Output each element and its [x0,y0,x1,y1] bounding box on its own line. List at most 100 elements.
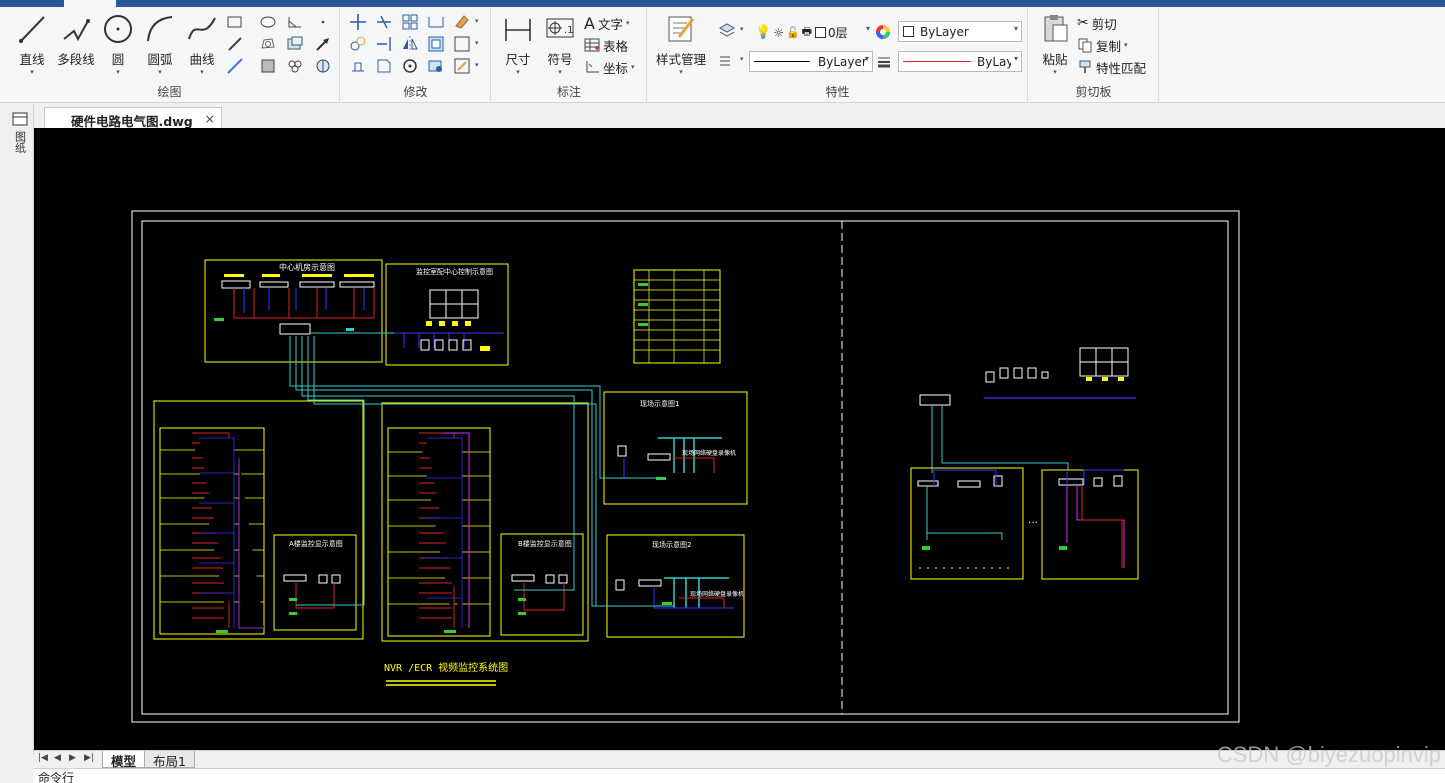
properties-group-label: 特性 [825,85,850,99]
extend-tool[interactable] [375,35,395,55]
trunk-links [289,336,674,607]
trim-icon [377,15,391,29]
stretch-tool[interactable] [349,57,369,77]
block-tool[interactable]: ▾ [453,35,479,55]
linetype-tool[interactable]: ▾ [718,51,744,71]
arrow-icon [316,38,329,51]
erase-tool[interactable]: ▾ [453,13,479,33]
mirror-tool[interactable] [401,35,421,55]
center-room-block: 中心机房示意图 [204,259,383,363]
site-1-note: 现场网络硬盘录像机 [682,449,736,457]
svg-text:.1: .1 [564,25,574,36]
red-line-sample-icon [903,61,971,62]
a-monitor-label: A楼监控显示意图 [289,539,343,548]
region-tool[interactable] [259,35,279,55]
watermark: CSDN @biyezuopinvip [1216,742,1441,767]
xline-tool[interactable] [226,57,246,77]
circle-icon [104,15,132,43]
close-icon[interactable]: × [205,111,215,126]
lineweight-icon [878,57,890,68]
ellipsis-mark: … [1028,515,1038,526]
active-ribbon-tab[interactable] [64,0,116,7]
layer-combo[interactable]: 💡 ☼ 🔓 🖶 0层 ▾ [751,22,873,43]
lineweight-combo[interactable]: ByLaye ▾ [898,51,1022,72]
dimension-button[interactable]: 尺寸 ▾ [496,11,540,77]
paste-button[interactable]: 粘贴 ▾ [1033,11,1077,77]
offset-tool[interactable] [427,35,447,55]
text-button[interactable]: A 文字 ▾ [584,13,629,33]
annotate-group-label: 标注 [556,85,581,99]
linetype-combo[interactable]: ByLayer ▾ [749,51,873,72]
layer-manager-tool[interactable]: ▾ [718,21,744,41]
image-tool[interactable] [286,35,306,55]
color-swatch-icon [903,26,914,37]
lineweight-tool[interactable] [876,53,896,73]
point-tool[interactable] [314,13,334,33]
command-line[interactable]: 命令行 [34,768,1445,783]
angle-tool[interactable] [286,13,306,33]
site-1-label: 现场示意图1 [640,399,679,408]
region-icon [261,38,275,49]
move-tool[interactable] [349,13,369,33]
edit-icon [454,58,470,74]
first-layout-button[interactable]: |◀ [38,753,48,763]
site-2-block: 现场示意图2 现场网络硬盘录像机 [606,534,745,638]
arc-button[interactable]: 圆弧 ▾ [138,11,182,77]
trim-tool[interactable] [375,13,395,33]
explode-tool[interactable] [427,57,447,77]
properties-tool[interactable]: ▾ [453,57,479,77]
mirror-icon [403,36,418,52]
rectangle-icon [227,16,242,28]
style-manager-icon [668,16,695,42]
match-properties-button[interactable]: 特性匹配 [1077,57,1146,77]
monitor-room-label: 监控室配中心控制示意图 [416,267,493,276]
line-sample-icon [754,61,810,62]
drawing-canvas[interactable]: 中心机房示意图 监控室配中心控制示意图 A楼监控显示意图 B楼监控显示意图 现场… [34,128,1445,750]
copy-object-icon [350,36,366,51]
hatch-tool[interactable] [259,57,279,77]
last-layout-button[interactable]: ▶| [84,753,94,763]
line-button[interactable]: 直线 ▾ [10,11,54,77]
modify-group: ▾ ▾ ▾ 修改 [341,7,491,103]
drawing[interactable]: 中心机房示意图 监控室配中心控制示意图 A楼监控显示意图 B楼监控显示意图 现场… [34,128,1445,750]
arrow-tool[interactable] [314,35,334,55]
tab-layout1[interactable]: 布局1 [144,751,195,769]
monitor-room-block: 监控室配中心控制示意图 [385,263,509,366]
color-wheel-tool[interactable] [874,23,894,43]
print-icon: 🖶 [801,25,813,38]
coordinate-button[interactable]: 坐标 ▾ [584,57,635,77]
style-manager-button[interactable]: 样式管理 ▾ [652,11,710,77]
site-1-block: 现场示意图1 现场网络硬盘录像机 [603,391,748,505]
drawings-panel-button[interactable]: 图纸 [10,112,30,153]
pen-tool[interactable] [226,35,246,55]
file-tab[interactable]: 硬件电路电气图.dwg × [44,107,222,129]
next-layout-button[interactable]: ▶ [69,753,76,763]
polyline-button[interactable]: 多段线 [52,11,100,77]
color-combo[interactable]: ByLayer ▾ [898,21,1022,42]
xline-icon [227,58,243,74]
scale-tool[interactable] [375,57,395,77]
tab-model[interactable]: 模型 [102,751,146,769]
prev-layout-button[interactable]: ◀ [54,753,61,763]
curve-button[interactable]: 曲线 ▾ [180,11,224,77]
cloud-tool[interactable] [286,57,306,77]
polyline-icon [63,19,90,42]
symbol-icon: .1 [546,18,574,38]
wipeout-tool[interactable] [314,57,334,77]
symbol-button[interactable]: .1 符号 ▾ [538,11,582,77]
fillet-tool[interactable] [427,13,447,33]
copy-button[interactable]: 复制 ▾ [1077,35,1128,55]
table-button[interactable]: 表格 [584,35,628,55]
copy-object-tool[interactable] [349,35,369,55]
circle-button[interactable]: 圆 ▾ [96,11,140,77]
move-icon [350,14,366,30]
sun-icon: ☼ [773,25,784,40]
array-tool[interactable] [401,13,421,33]
fillet-icon [428,17,444,28]
image-icon [287,36,303,50]
rotate-tool[interactable] [401,57,421,77]
ellipse-tool[interactable] [259,13,279,33]
cut-button[interactable]: ✂ 剪切 [1077,13,1117,33]
rectangle-tool[interactable] [226,13,246,33]
right-overview: … [910,347,1139,580]
